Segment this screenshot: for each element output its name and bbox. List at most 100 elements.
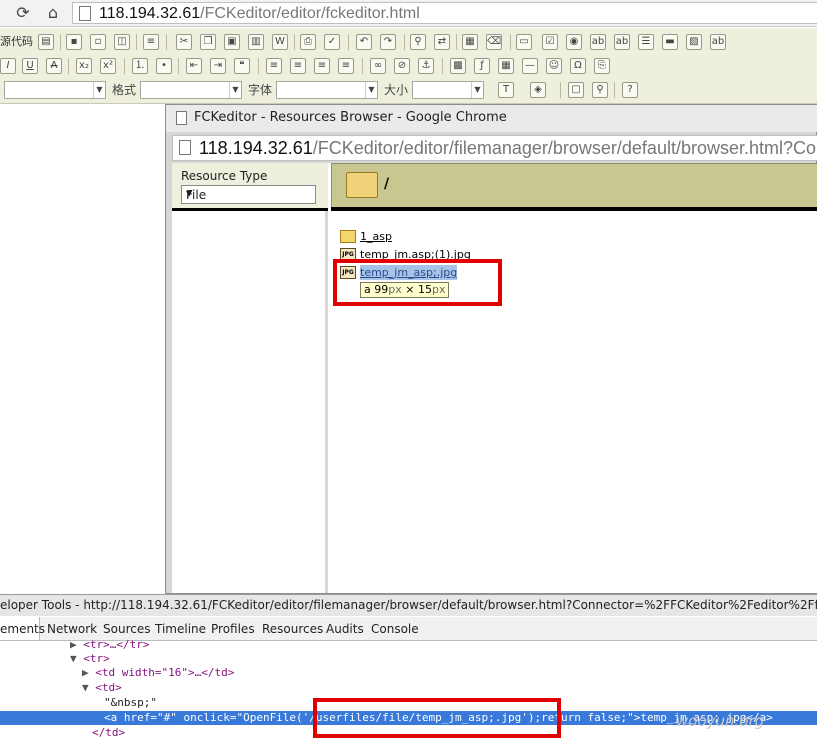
print-icon[interactable]: ⎙ <box>300 34 316 50</box>
font-label: 字体 <box>248 83 273 97</box>
watermark: wooyun.org <box>676 712 765 730</box>
folder-link[interactable]: 1_asp <box>360 229 392 244</box>
textfield-icon[interactable]: ab <box>590 34 606 50</box>
url-field[interactable]: 118.194.32.61/FCKeditor/editor/fckeditor… <box>72 2 817 24</box>
outdent-icon[interactable]: ⇤ <box>186 58 202 74</box>
size-combo[interactable]: ▼ <box>412 81 484 99</box>
blockquote-icon[interactable]: ❝ <box>234 58 250 74</box>
select-all-icon[interactable]: ▦ <box>462 34 478 50</box>
strike-icon[interactable]: A <box>46 58 62 74</box>
underline-icon[interactable]: U <box>22 58 38 74</box>
ordered-list-icon[interactable]: ⒈ <box>132 58 148 74</box>
italic-icon[interactable]: I <box>0 58 16 74</box>
tab-network[interactable]: Network <box>47 617 97 640</box>
smiley-icon[interactable]: ☺ <box>546 58 562 74</box>
radio-icon[interactable]: ◉ <box>566 34 582 50</box>
remove-format-icon[interactable]: ⌫ <box>486 34 502 50</box>
resource-type-select[interactable]: File ▼ <box>181 185 316 204</box>
dom-text-node[interactable]: "&nbsp;" <box>104 696 157 710</box>
copy-icon[interactable]: ❐ <box>200 34 216 50</box>
toolbar-row-2: I U A x₂ x² ⒈ • ⇤ ⇥ ❝ ≡ ≡ ≡ ≡ ∞ ⊘ ⚓ ▩ ƒ … <box>0 54 817 78</box>
align-left-icon[interactable]: ≡ <box>266 58 282 74</box>
document-icon <box>176 111 187 125</box>
image-icon[interactable]: ▩ <box>450 58 466 74</box>
highlight-box-file <box>333 259 502 306</box>
left-pane: Resource Type File ▼ <box>172 163 328 593</box>
tab-console[interactable]: Console <box>371 617 419 640</box>
toolbar-row-3: ▼ 格式 ▼ 字体 ▼ 大小 ▼ T ◈ ▢ ⚲ ? <box>0 78 817 102</box>
button-field-icon[interactable]: ▬ <box>662 34 678 50</box>
tab-resources[interactable]: Resources <box>262 617 323 640</box>
reload-icon[interactable]: ⟳ <box>14 4 32 22</box>
popup-url-field[interactable]: 118.194.32.61/FCKeditor/editor/filemanag… <box>172 135 817 161</box>
new-page-icon[interactable]: ▫ <box>90 34 106 50</box>
popup-title: FCKeditor - Resources Browser - Google C… <box>194 110 507 125</box>
dom-node[interactable]: ▼ <tr> <box>70 652 110 666</box>
align-justify-icon[interactable]: ≡ <box>338 58 354 74</box>
tab-profiles[interactable]: Profiles <box>211 617 255 640</box>
redo-icon[interactable]: ↷ <box>380 34 396 50</box>
paste-text-icon[interactable]: ▥ <box>248 34 264 50</box>
bg-color-icon[interactable]: ◈ <box>530 82 546 98</box>
highlight-box-code <box>313 698 561 738</box>
special-char-icon[interactable]: Ω <box>570 58 586 74</box>
find-icon[interactable]: ⚲ <box>410 34 426 50</box>
undo-icon[interactable]: ↶ <box>356 34 372 50</box>
unlink-icon[interactable]: ⊘ <box>394 58 410 74</box>
devtools-titlebar: eloper Tools - http://118.194.32.61/FCKe… <box>0 594 817 616</box>
unordered-list-icon[interactable]: • <box>156 58 172 74</box>
dom-node[interactable]: </td> <box>92 726 125 738</box>
table-icon[interactable]: ▦ <box>498 58 514 74</box>
indent-icon[interactable]: ⇥ <box>210 58 226 74</box>
devtools-title: eloper Tools - http://118.194.32.61/FCKe… <box>0 598 817 612</box>
format-combo[interactable]: ▼ <box>140 81 242 99</box>
right-pane: / <box>331 163 817 593</box>
source-button[interactable]: 源代码 <box>0 34 33 50</box>
templates-icon[interactable]: ≡ <box>143 34 159 50</box>
show-blocks-icon[interactable]: ▢ <box>568 82 584 98</box>
dom-node[interactable]: ▶ <tr>…</tr> <box>70 638 149 652</box>
tab-elements[interactable]: ements <box>0 617 45 640</box>
resources-browser-window: FCKeditor - Resources Browser - Google C… <box>165 104 817 594</box>
tab-sources[interactable]: Sources <box>103 617 150 640</box>
align-center-icon[interactable]: ≡ <box>290 58 306 74</box>
image-button-icon[interactable]: ▨ <box>686 34 702 50</box>
text-color-icon[interactable]: T <box>498 82 514 98</box>
form-icon[interactable]: ▭ <box>516 34 532 50</box>
align-right-icon[interactable]: ≡ <box>314 58 330 74</box>
paste-word-icon[interactable]: W <box>272 34 288 50</box>
tab-timeline[interactable]: Timeline <box>155 617 206 640</box>
checkbox-icon[interactable]: ☑ <box>542 34 558 50</box>
popup-titlebar: FCKeditor - Resources Browser - Google C… <box>166 105 817 132</box>
preview-icon[interactable]: ◫ <box>114 34 130 50</box>
replace-icon[interactable]: ⇄ <box>434 34 450 50</box>
anchor-icon[interactable]: ⚓ <box>418 58 434 74</box>
doc-props-icon[interactable]: ▤ <box>38 34 54 50</box>
page-break-icon[interactable]: ⎘ <box>594 58 610 74</box>
url-text: 118.194.32.61/FCKeditor/editor/fckeditor… <box>99 5 420 22</box>
browser-frame: Resource Type File ▼ / <box>172 163 817 593</box>
about-icon[interactable]: ? <box>622 82 638 98</box>
dom-node[interactable]: ▶ <td width="16">…</td> <box>82 666 234 680</box>
superscript-icon[interactable]: x² <box>100 58 116 74</box>
subscript-icon[interactable]: x₂ <box>76 58 92 74</box>
page-icon <box>79 6 91 21</box>
fit-window-icon[interactable]: ⚲ <box>592 82 608 98</box>
font-combo[interactable]: ▼ <box>276 81 378 99</box>
tab-audits[interactable]: Audits <box>326 617 364 640</box>
save-icon[interactable]: ▪ <box>66 34 82 50</box>
style-combo[interactable]: ▼ <box>4 81 106 99</box>
flash-icon[interactable]: ƒ <box>474 58 490 74</box>
resource-type-panel: Resource Type File ▼ <box>172 163 328 211</box>
rule-icon[interactable]: — <box>522 58 538 74</box>
home-icon[interactable]: ⌂ <box>44 4 62 22</box>
select-field-icon[interactable]: ☰ <box>638 34 654 50</box>
dom-node[interactable]: ▼ <td> <box>82 681 122 695</box>
cut-icon[interactable]: ✂ <box>176 34 192 50</box>
format-label: 格式 <box>112 83 137 97</box>
textarea-icon[interactable]: ab <box>614 34 630 50</box>
spellcheck-icon[interactable]: ✓ <box>324 34 340 50</box>
link-icon[interactable]: ∞ <box>370 58 386 74</box>
hidden-field-icon[interactable]: ab <box>710 34 726 50</box>
paste-icon[interactable]: ▣ <box>224 34 240 50</box>
